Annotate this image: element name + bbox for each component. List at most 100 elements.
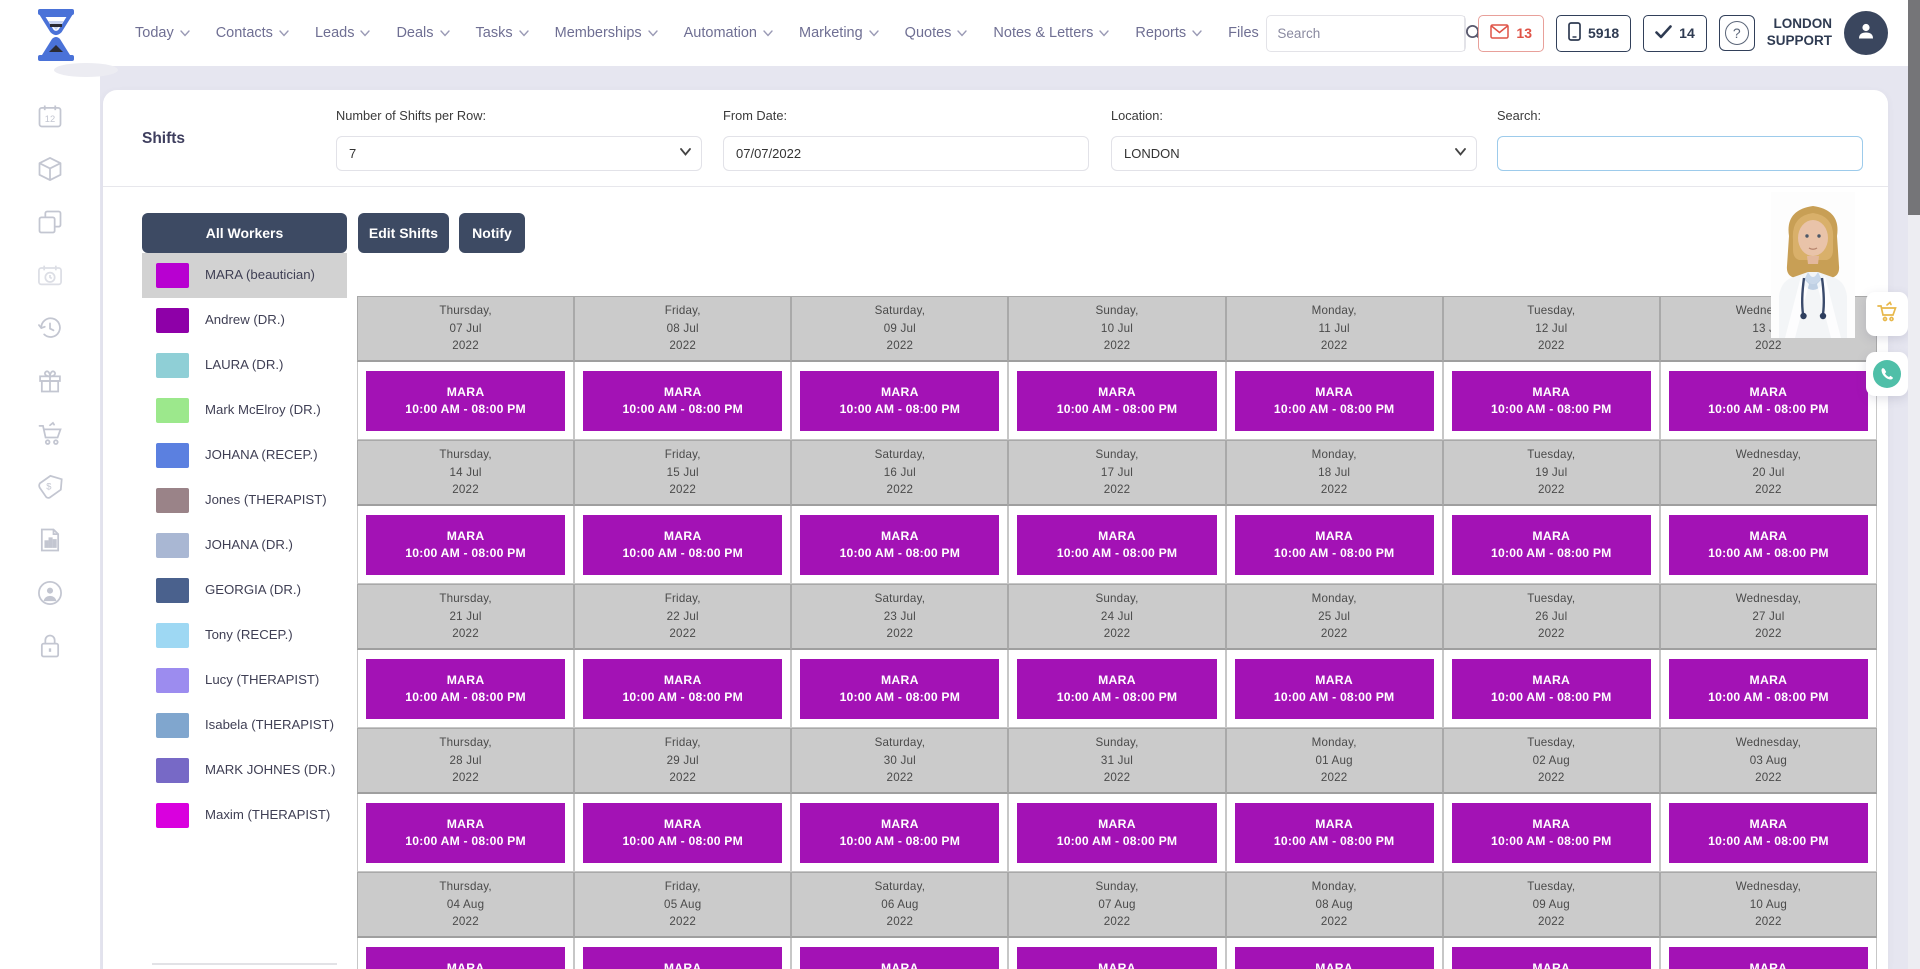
nav-item[interactable]: Notes & Letters <box>993 25 1109 41</box>
cart-icon[interactable] <box>36 420 64 448</box>
edit-shifts-button[interactable]: Edit Shifts <box>358 213 449 253</box>
worker-row[interactable]: Maxim (THERAPIST) <box>142 793 347 838</box>
shift-block[interactable]: MARA10:00 AM - 08:00 PM <box>1017 371 1216 431</box>
shift-block[interactable]: MARA10:00 AM - 08:00 PM <box>583 659 782 719</box>
day-date: 01 Aug <box>1315 752 1352 769</box>
shift-block[interactable]: MARA10:00 AM - 08:00 PM <box>366 371 565 431</box>
nav-item[interactable]: Reports <box>1135 25 1202 41</box>
search-filter-input[interactable] <box>1497 136 1863 171</box>
day-year: 2022 <box>669 913 696 930</box>
email-badge[interactable]: 13 <box>1478 15 1544 52</box>
shift-block[interactable]: MARA10:00 AM - 08:00 PM <box>1452 659 1651 719</box>
worker-row[interactable]: Lucy (THERAPIST) <box>142 658 347 703</box>
day-date: 02 Aug <box>1533 752 1570 769</box>
worker-row[interactable]: Isabela (THERAPIST) <box>142 703 347 748</box>
floating-phone-button[interactable] <box>1866 352 1908 396</box>
shift-block[interactable]: MARA10:00 AM - 08:00 PM <box>583 947 782 969</box>
worker-row[interactable]: MARK JOHNES (DR.) <box>142 748 347 793</box>
calendar-icon[interactable]: 12 <box>36 102 64 130</box>
shift-block[interactable]: MARA10:00 AM - 08:00 PM <box>366 947 565 969</box>
shift-block[interactable]: MARA10:00 AM - 08:00 PM <box>1669 659 1868 719</box>
shift-block[interactable]: MARA10:00 AM - 08:00 PM <box>1235 659 1434 719</box>
shift-block[interactable]: MARA10:00 AM - 08:00 PM <box>1669 515 1868 575</box>
worker-row[interactable]: MARA (beautician) <box>142 253 347 298</box>
history-icon[interactable] <box>36 314 64 342</box>
shift-block[interactable]: MARA10:00 AM - 08:00 PM <box>366 515 565 575</box>
worker-row[interactable]: Mark McElroy (DR.) <box>142 388 347 433</box>
worker-row[interactable]: JOHANA (RECEP.) <box>142 433 347 478</box>
nav-item[interactable]: Automation <box>684 25 773 41</box>
nav-item[interactable]: Marketing <box>799 25 879 41</box>
nav-item[interactable]: Leads <box>315 25 371 41</box>
shift-block[interactable]: MARA10:00 AM - 08:00 PM <box>1669 371 1868 431</box>
from-date-input[interactable] <box>723 136 1089 171</box>
shift-block[interactable]: MARA10:00 AM - 08:00 PM <box>1669 803 1868 863</box>
shift-block[interactable]: MARA10:00 AM - 08:00 PM <box>800 803 999 863</box>
shift-block[interactable]: MARA10:00 AM - 08:00 PM <box>1452 803 1651 863</box>
shift-worker-name: MARA <box>1315 961 1353 969</box>
nav-item[interactable]: Today <box>135 25 190 41</box>
shift-block[interactable]: MARA10:00 AM - 08:00 PM <box>1235 515 1434 575</box>
report-icon[interactable] <box>36 526 64 554</box>
shift-block[interactable]: MARA10:00 AM - 08:00 PM <box>800 371 999 431</box>
shift-block[interactable]: MARA10:00 AM - 08:00 PM <box>1017 515 1216 575</box>
day-weekday: Friday, <box>665 590 701 607</box>
copy-icon[interactable] <box>36 208 64 236</box>
price-tag-icon[interactable]: $ <box>36 473 64 501</box>
user-avatar[interactable] <box>1844 11 1888 55</box>
shift-block[interactable]: MARA10:00 AM - 08:00 PM <box>1452 515 1651 575</box>
worker-row[interactable]: Jones (THERAPIST) <box>142 478 347 523</box>
vertical-scrollbar-thumb[interactable] <box>1908 0 1920 215</box>
shift-block[interactable]: MARA10:00 AM - 08:00 PM <box>1452 371 1651 431</box>
shift-block[interactable]: MARA10:00 AM - 08:00 PM <box>583 803 782 863</box>
shift-block[interactable]: MARA10:00 AM - 08:00 PM <box>1235 371 1434 431</box>
gift-icon[interactable] <box>36 367 64 395</box>
shift-cell: MARA10:00 AM - 08:00 PM <box>1008 362 1225 440</box>
help-button[interactable]: ? <box>1719 15 1755 51</box>
shift-block[interactable]: MARA10:00 AM - 08:00 PM <box>1235 803 1434 863</box>
shift-time-range: 10:00 AM - 08:00 PM <box>405 546 526 560</box>
floating-cart-button[interactable] <box>1866 292 1908 336</box>
worker-row[interactable]: JOHANA (DR.) <box>142 523 347 568</box>
shift-block[interactable]: MARA10:00 AM - 08:00 PM <box>366 803 565 863</box>
shift-block[interactable]: MARA10:00 AM - 08:00 PM <box>1017 659 1216 719</box>
worker-row[interactable]: LAURA (DR.) <box>142 343 347 388</box>
nav-item[interactable]: Files <box>1228 25 1259 41</box>
global-search-input[interactable] <box>1267 26 1464 41</box>
shift-block[interactable]: MARA10:00 AM - 08:00 PM <box>583 515 782 575</box>
shift-block[interactable]: MARA10:00 AM - 08:00 PM <box>800 947 999 969</box>
shift-block[interactable]: MARA10:00 AM - 08:00 PM <box>583 371 782 431</box>
worker-row[interactable]: Andrew (DR.) <box>142 298 347 343</box>
shift-block[interactable]: MARA10:00 AM - 08:00 PM <box>1235 947 1434 969</box>
nav-item[interactable]: Quotes <box>905 25 968 41</box>
worker-row[interactable]: GEORGIA (DR.) <box>142 568 347 613</box>
nav-item[interactable]: Memberships <box>555 25 658 41</box>
shift-worker-name: MARA <box>1532 961 1570 969</box>
nav-item[interactable]: Contacts <box>216 25 289 41</box>
location-select[interactable]: LONDON <box>1111 136 1477 171</box>
shifts-per-row-select[interactable]: 7 <box>336 136 702 171</box>
nav-item[interactable]: Tasks <box>476 25 529 41</box>
phone-badge[interactable]: 5918 <box>1556 15 1631 52</box>
booking-icon[interactable] <box>36 261 64 289</box>
app-logo-hourglass-icon[interactable] <box>30 7 82 63</box>
shift-block[interactable]: MARA10:00 AM - 08:00 PM <box>1452 947 1651 969</box>
tasks-badge[interactable]: 14 <box>1643 15 1707 52</box>
worker-name: JOHANA (RECEP.) <box>205 447 318 464</box>
shift-block[interactable]: MARA10:00 AM - 08:00 PM <box>1017 803 1216 863</box>
shift-block[interactable]: MARA10:00 AM - 08:00 PM <box>800 659 999 719</box>
worker-row[interactable]: Tony (RECEP.) <box>142 613 347 658</box>
shift-block[interactable]: MARA10:00 AM - 08:00 PM <box>366 659 565 719</box>
shift-block[interactable]: MARA10:00 AM - 08:00 PM <box>800 515 999 575</box>
shift-worker-name: MARA <box>664 385 702 399</box>
shift-cell: MARA10:00 AM - 08:00 PM <box>357 650 574 728</box>
nav-item[interactable]: Deals <box>396 25 449 41</box>
notify-button[interactable]: Notify <box>459 213 525 253</box>
all-workers-button[interactable]: All Workers <box>142 213 347 253</box>
lock-icon[interactable] <box>36 632 64 660</box>
shift-block[interactable]: MARA10:00 AM - 08:00 PM <box>1017 947 1216 969</box>
cube-icon[interactable] <box>36 155 64 183</box>
vertical-scrollbar-track[interactable] <box>1908 0 1920 969</box>
account-icon[interactable] <box>36 579 64 607</box>
shift-block[interactable]: MARA10:00 AM - 08:00 PM <box>1669 947 1868 969</box>
